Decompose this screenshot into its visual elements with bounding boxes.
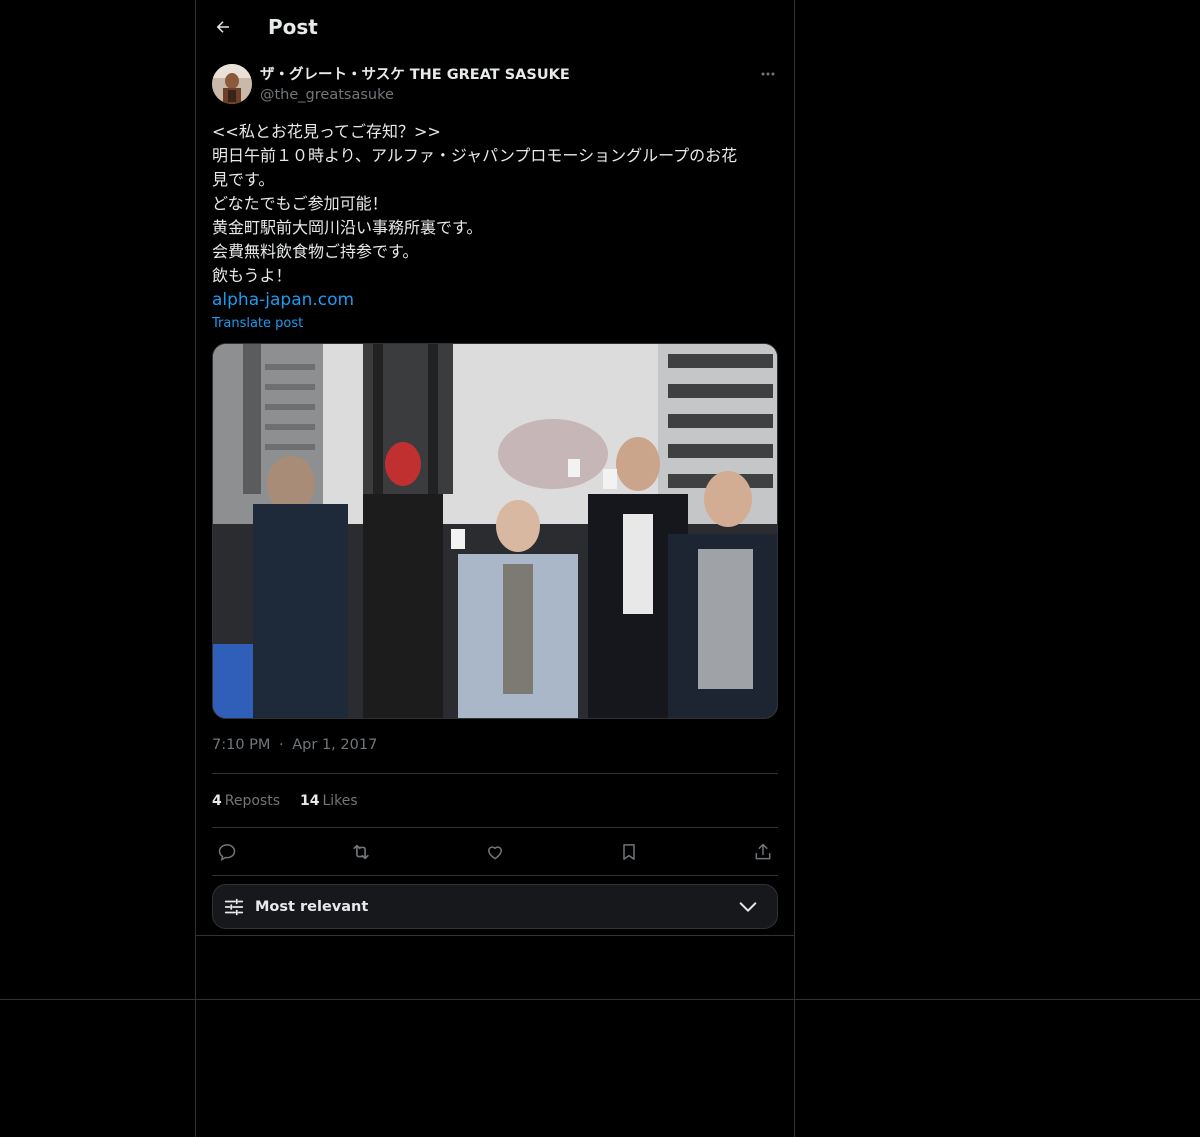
more-options-button[interactable] [758,64,778,84]
like-button[interactable] [484,841,506,863]
post-time[interactable]: 7:10 PM [212,737,270,753]
post-text-line: 明日午前１０時より、アルファ・ジャパンプロモーショングループのお花 [212,146,738,165]
heart-icon [488,845,502,859]
more-dots-icon [761,72,775,76]
page-title: Post [268,15,318,39]
engagement-stats: 4 Reposts 14 Likes [212,774,778,827]
right-column-border [794,0,795,1137]
reply-sort-dropdown[interactable]: Most relevant [212,884,778,929]
bottom-divider [0,999,1200,1000]
sliders-icon [224,898,244,915]
bookmark-button[interactable] [618,841,640,863]
post-bottom-divider [196,935,794,936]
likes-label: Likes [322,792,358,809]
post-link[interactable]: alpha-japan.com [212,288,778,312]
repost-icon [353,844,369,859]
author-handle[interactable]: @the_greatsasuke [260,85,570,105]
author-display-name[interactable]: ザ・グレート・サスケ THE GREAT SASUKE [260,65,570,85]
sort-label: Most relevant [255,898,369,915]
post-text-line: 黄金町駅前大岡川沿い事務所裏です。 [212,218,483,237]
post: ザ・グレート・サスケ THE GREAT SASUKE @the_greatsa… [196,64,794,929]
post-text-line: 会費無料飲食物ご持参です。 [212,242,419,261]
post-text-line: 見です。 [212,170,275,189]
reposts-count: 4 [212,792,222,809]
translate-post-link[interactable]: Translate post [212,316,778,331]
arrow-left-icon [216,21,229,33]
share-button[interactable] [752,841,774,863]
post-timestamp: 7:10 PM · Apr 1, 2017 [212,737,778,757]
chevron-down-icon [739,902,757,912]
bookmark-icon [623,843,635,860]
repost-button[interactable] [350,841,372,863]
top-bar: Post [196,0,794,54]
reposts-stat[interactable]: 4 Reposts [212,793,280,809]
reply-button[interactable] [216,841,238,863]
post-text-line: <<私とお花見ってご存知？>> [212,122,441,141]
action-bar [212,828,778,876]
avatar[interactable] [212,64,252,104]
reposts-label: Reposts [224,792,280,809]
post-text-line: どなたでもご参加可能！ [212,194,388,213]
post-text-line: 飲もうよ！ [212,266,292,285]
reply-icon [218,843,236,861]
post-date[interactable]: Apr 1, 2017 [292,737,377,753]
share-icon [755,843,771,859]
author-row: ザ・グレート・サスケ THE GREAT SASUKE @the_greatsa… [212,64,778,106]
post-photo[interactable] [212,343,778,719]
timestamp-separator: · [279,737,284,753]
likes-count: 14 [300,792,320,809]
post-text: <<私とお花見ってご存知？>> 明日午前１０時より、アルファ・ジャパンプロモーシ… [212,120,778,312]
back-button[interactable] [212,16,234,38]
main-column: Post ザ・グレート・サスケ THE GREAT SASUKE @the_gr… [196,0,794,936]
likes-stat[interactable]: 14 Likes [300,793,358,809]
